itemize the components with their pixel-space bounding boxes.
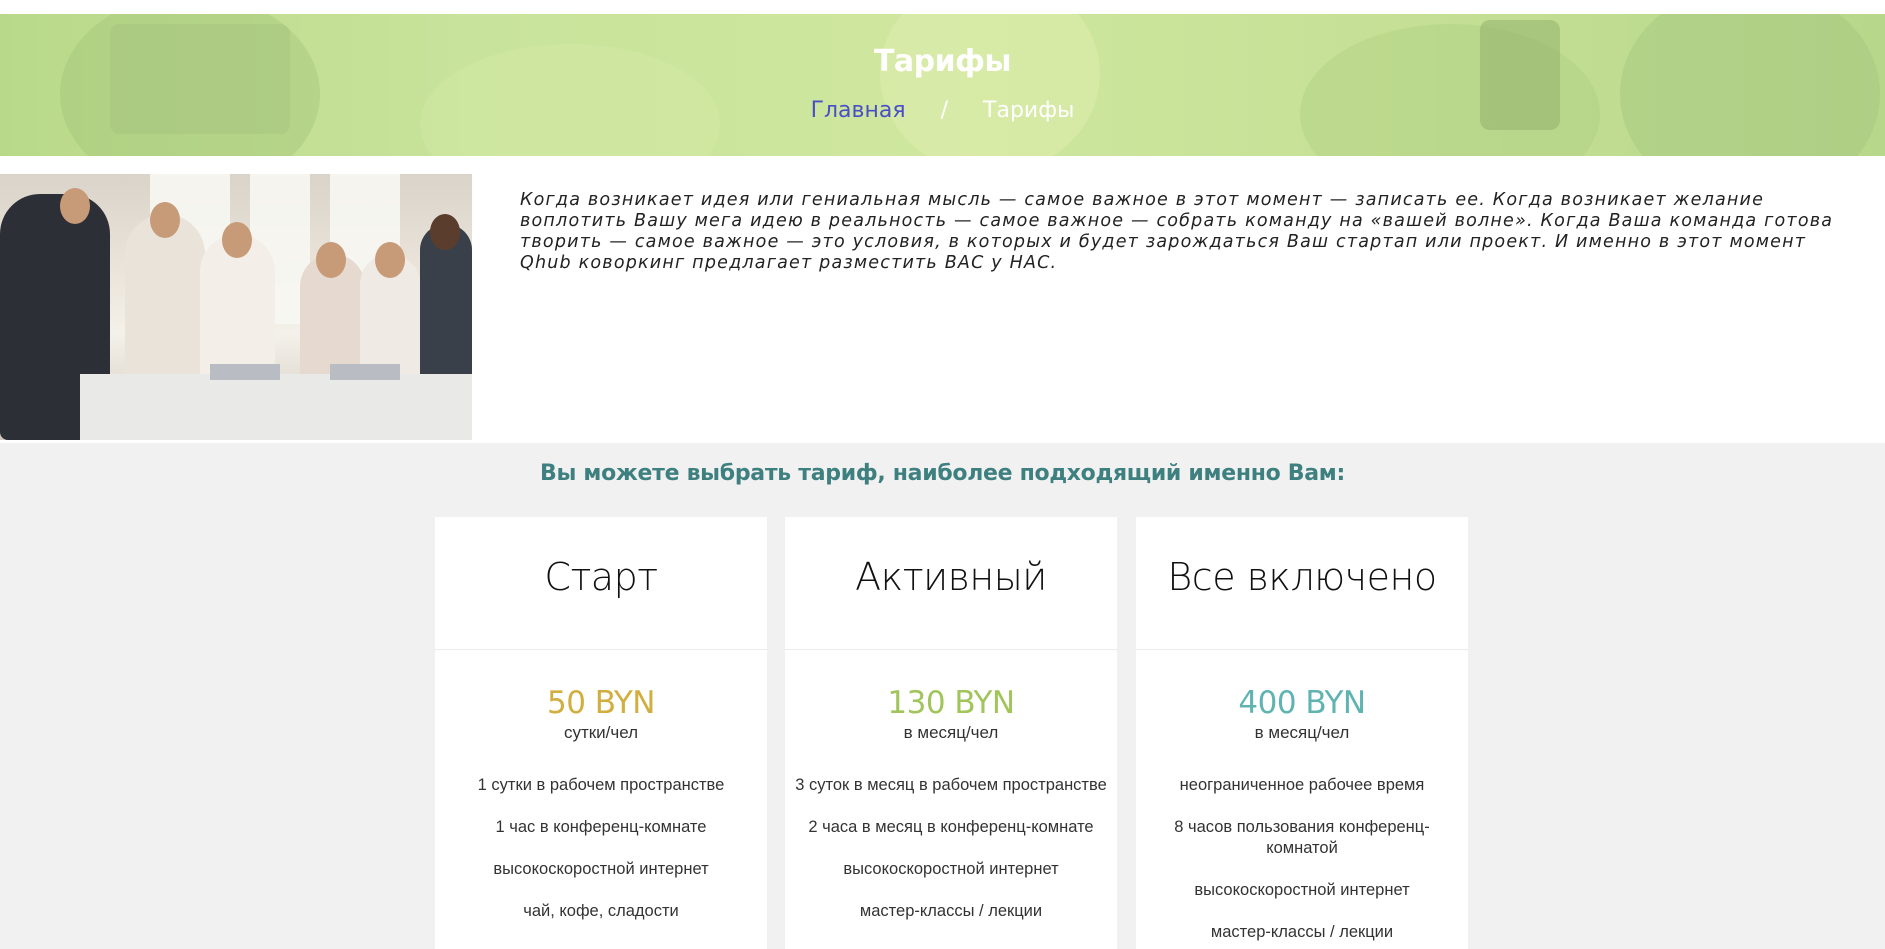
banner-photo-detail xyxy=(880,14,1100,156)
card-divider xyxy=(435,649,767,650)
plan-feature: 8 часов пользования конференц-комнатой xyxy=(1174,818,1430,857)
photo-laptop xyxy=(210,364,280,380)
plan-name: Старт xyxy=(544,555,658,599)
plan-unit: в месяц/чел xyxy=(903,723,999,742)
photo-head xyxy=(316,242,346,278)
photo-table xyxy=(80,374,472,440)
intro-section: Когда возникает идея или гениальная мысл… xyxy=(0,156,1885,443)
plan-feature: чай, кофе, сладости xyxy=(523,902,679,920)
banner-photo-detail xyxy=(1620,14,1880,156)
top-strip xyxy=(0,0,1885,14)
photo-laptop xyxy=(330,364,400,380)
breadcrumb-current: Тарифы xyxy=(983,98,1075,123)
page-title: Тарифы xyxy=(873,44,1012,79)
plan-unit: в месяц/чел xyxy=(1254,723,1350,742)
plan-feature: 1 час в конференц-комнате xyxy=(495,818,707,836)
photo-head xyxy=(222,222,252,258)
plan-card-all-inclusive: Все включено 400 BYN в месяц/чел неогран… xyxy=(1136,517,1468,949)
card-divider xyxy=(1136,649,1468,650)
plan-feature: высокоскоростной интернет xyxy=(493,860,709,878)
photo-head xyxy=(375,242,405,278)
card-divider xyxy=(785,649,1117,650)
plan-feature: высокоскоростной интернет xyxy=(843,860,1059,878)
plan-features: 3 суток в месяц в рабочем пространстве 2… xyxy=(785,775,1117,943)
plan-name: Активный xyxy=(855,555,1047,599)
plan-features: 1 сутки в рабочем пространстве 1 час в к… xyxy=(435,775,767,943)
page-header-banner: Тарифы Главная / Тарифы xyxy=(0,14,1885,156)
plan-price: 130 BYN xyxy=(887,685,1015,721)
photo-head xyxy=(430,214,460,250)
pricing-heading: Вы можете выбрать тариф, наиболее подход… xyxy=(540,461,1345,486)
plan-name: Все включено xyxy=(1167,555,1437,599)
breadcrumb: Главная / Тарифы xyxy=(0,98,1885,123)
plan-card-start: Старт 50 BYN сутки/чел 1 сутки в рабочем… xyxy=(435,517,767,949)
plan-card-active: Активный 130 BYN в месяц/чел 3 суток в м… xyxy=(785,517,1117,949)
breadcrumb-home-link[interactable]: Главная xyxy=(811,98,906,123)
plan-price: 400 BYN xyxy=(1238,685,1366,721)
plan-feature: неограниченное рабочее время xyxy=(1179,776,1425,794)
plan-unit: сутки/чел xyxy=(563,723,639,742)
plan-feature: 3 суток в месяц в рабочем пространстве xyxy=(795,776,1107,794)
plan-price: 50 BYN xyxy=(547,685,656,721)
intro-text: Когда возникает идея или гениальная мысл… xyxy=(520,190,1834,273)
photo-head xyxy=(60,188,90,224)
team-photo xyxy=(0,174,472,440)
plan-feature: мастер-классы / лекции xyxy=(1210,923,1394,941)
plan-feature: высокоскоростной интернет xyxy=(1194,881,1410,899)
breadcrumb-separator: / xyxy=(940,98,949,123)
photo-head xyxy=(150,202,180,238)
plan-features: неограниченное рабочее время 8 часов пол… xyxy=(1136,775,1468,949)
plan-feature: мастер-классы / лекции xyxy=(859,902,1043,920)
plan-feature: 1 сутки в рабочем пространстве xyxy=(477,776,725,794)
plan-feature: 2 часа в месяц в конференц-комнате xyxy=(808,818,1094,836)
